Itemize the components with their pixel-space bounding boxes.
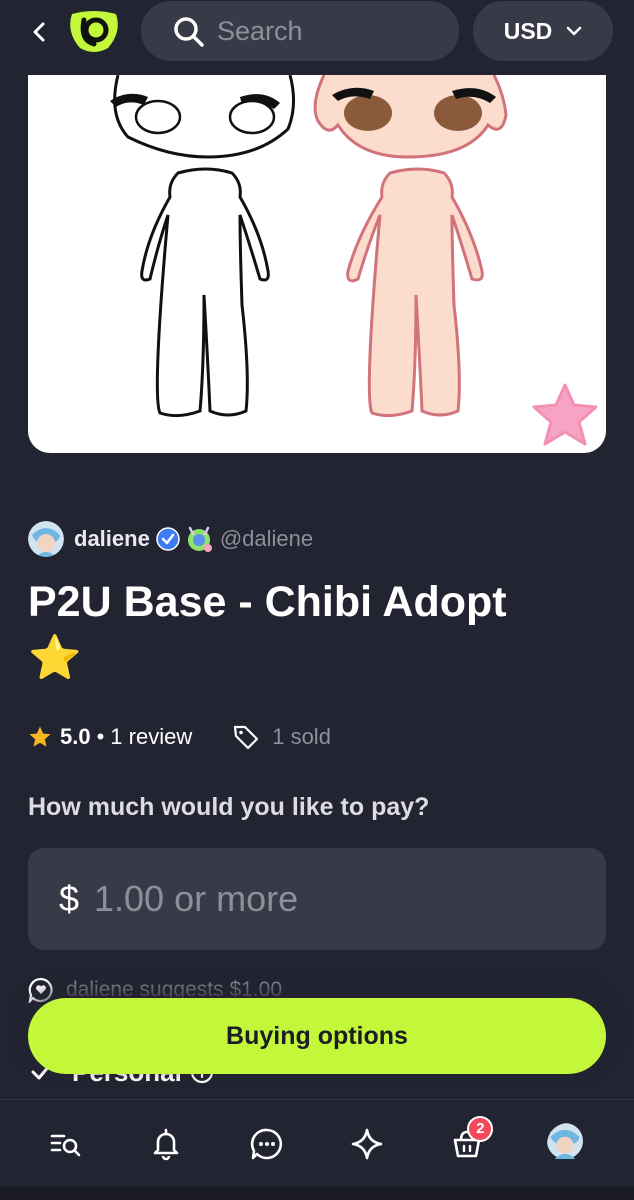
buying-options-button[interactable]: Buying options: [28, 998, 606, 1074]
logo[interactable]: [64, 8, 124, 56]
gesture-bar: [0, 1187, 634, 1200]
verified-icon: [156, 527, 180, 551]
badge-icon: [187, 526, 212, 552]
sold-count: 1 sold: [272, 724, 331, 749]
buying-options-label: Buying options: [226, 1021, 408, 1050]
bell-icon: [154, 1128, 179, 1160]
pay-question: How much would you like to pay?: [28, 793, 430, 821]
seller-avatar[interactable]: [28, 521, 64, 557]
nav-profile[interactable]: [538, 1114, 598, 1174]
currency-symbol: $: [59, 878, 80, 919]
price-field[interactable]: $: [28, 848, 606, 950]
cart-count-badge: 2: [467, 1115, 494, 1142]
chevron-down-icon: [567, 26, 582, 36]
tag-icon: [234, 725, 259, 750]
product-stats: 5.0 • 1 review 1 sold: [28, 720, 331, 754]
currency-selector[interactable]: USD: [473, 1, 613, 61]
nav-discover[interactable]: [36, 1114, 96, 1174]
currency-label: USD: [503, 17, 553, 44]
heart-chat-icon: [28, 977, 53, 1003]
top-bar: USD: [0, 0, 634, 64]
chat-icon: [250, 1128, 282, 1159]
sparkle-icon: [351, 1128, 383, 1159]
discover-icon: [50, 1134, 81, 1156]
search-bar[interactable]: [141, 1, 459, 61]
price-input[interactable]: [94, 872, 574, 926]
separator-dot: •: [96, 724, 105, 749]
product-title: P2U Base - Chibi Adopt ⭐: [28, 574, 608, 686]
nav-messages[interactable]: [237, 1114, 297, 1174]
search-icon: [174, 17, 204, 47]
seller-name[interactable]: daliene: [74, 526, 150, 552]
rating-value: 5.0: [60, 724, 91, 749]
product-image[interactable]: [28, 75, 606, 453]
search-input[interactable]: [217, 11, 447, 51]
review-count[interactable]: 1 review: [110, 724, 192, 750]
nav-notifications[interactable]: [136, 1114, 196, 1174]
seller-handle: @daliene: [219, 526, 314, 551]
seller-row[interactable]: daliene @daliene: [28, 520, 313, 558]
nav-sparkle[interactable]: [337, 1114, 397, 1174]
bottom-nav: 2: [0, 1099, 634, 1187]
star-icon: [29, 726, 51, 747]
chibi-base-illustration: [110, 75, 598, 446]
title-star-emoji: ⭐: [28, 633, 82, 683]
back-button[interactable]: [22, 14, 56, 50]
product-title-text: P2U Base - Chibi Adopt: [28, 578, 507, 626]
avatar[interactable]: [546, 1122, 589, 1165]
logo-icon: [70, 11, 118, 52]
chevron-left-icon: [33, 22, 45, 42]
nav-cart[interactable]: 2: [437, 1114, 497, 1174]
